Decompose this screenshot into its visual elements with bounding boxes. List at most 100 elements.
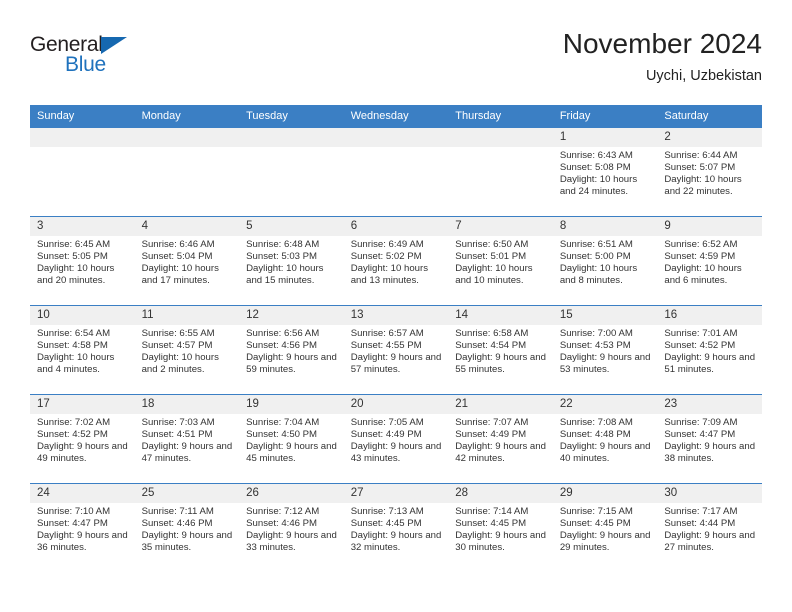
calendar-day-cell[interactable]: 2 Sunrise: 6:44 AM Sunset: 5:07 PM Daylight…: [657, 127, 762, 217]
day-details: Sunrise: 6:56 AM Sunset: 4:56 PM Daylight:…: [239, 325, 344, 376]
sunset-text: Sunset: 4:49 PM: [350, 429, 422, 441]
sunset-text: Sunset: 5:02 PM: [350, 251, 422, 263]
day-number: 16: [657, 306, 762, 325]
sunrise-text: Sunrise: 7:09 AM: [664, 417, 738, 428]
day-number: 20: [343, 395, 449, 414]
day-details: Sunrise: 7:11 AM Sunset: 4:46 PM Daylight:…: [135, 503, 240, 554]
day-details: Sunrise: 7:04 AM Sunset: 4:50 PM Daylight:…: [239, 414, 344, 465]
calendar-day-cell[interactable]: 9 Sunrise: 6:52 AM Sunset: 4:59 PM Daylight…: [657, 216, 762, 306]
calendar-cell-empty: [134, 127, 240, 217]
day-number: 3: [30, 217, 135, 236]
calendar-day-cell[interactable]: 4 Sunrise: 6:46 AM Sunset: 5:04 PM Daylight…: [134, 216, 240, 306]
weekday-header-saturday: Saturday: [657, 105, 762, 128]
calendar-day-cell[interactable]: 27 Sunrise: 7:13 AM Sunset: 4:45 PM Dayligh…: [343, 483, 449, 573]
calendar-day-cell[interactable]: 5 Sunrise: 6:48 AM Sunset: 5:03 PM Daylight…: [239, 216, 344, 306]
sunrise-text: Sunrise: 7:04 AM: [246, 417, 320, 428]
calendar-day-cell[interactable]: 25 Sunrise: 7:11 AM Sunset: 4:46 PM Dayligh…: [134, 483, 240, 573]
day-number: 27: [343, 484, 449, 503]
calendar-day-cell[interactable]: 26 Sunrise: 7:12 AM Sunset: 4:46 PM Dayligh…: [239, 483, 344, 573]
day-details: Sunrise: 6:43 AM Sunset: 5:08 PM Daylight:…: [553, 147, 658, 198]
daylight-text: Daylight: 10 hours and 13 minutes.: [350, 263, 429, 287]
calendar-day-cell[interactable]: 21 Sunrise: 7:07 AM Sunset: 4:49 PM Dayligh…: [448, 394, 553, 484]
day-number: 5: [239, 217, 344, 236]
calendar-day-cell[interactable]: 11 Sunrise: 6:55 AM Sunset: 4:57 PM Dayligh…: [134, 305, 240, 395]
sunrise-text: Sunrise: 6:44 AM: [664, 150, 738, 161]
daylight-text: Daylight: 10 hours and 17 minutes.: [141, 263, 219, 287]
calendar-day-cell[interactable]: 16 Sunrise: 7:01 AM Sunset: 4:52 PM Dayligh…: [657, 305, 762, 395]
day-details: Sunrise: 7:12 AM Sunset: 4:46 PM Daylight:…: [239, 503, 344, 554]
calendar-header-row: Sunday Monday Tuesday Wednesday Thursday Frid…: [30, 105, 762, 128]
daylight-text: Daylight: 10 hours and 4 minutes.: [37, 352, 115, 376]
brand-logo[interactable]: General Blue: [30, 28, 150, 76]
daylight-text: Daylight: 9 hours and 43 minutes.: [350, 441, 442, 465]
sunrise-text: Sunrise: 6:45 AM: [37, 239, 111, 250]
calendar-day-cell[interactable]: 7 Sunrise: 6:50 AM Sunset: 5:01 PM Daylight…: [448, 216, 553, 306]
calendar-cell-empty: [448, 127, 553, 217]
calendar-page: General Blue November 2024 Uychi, Uzbeki…: [0, 0, 792, 612]
calendar-day-cell[interactable]: 24 Sunrise: 7:10 AM Sunset: 4:47 PM Dayligh…: [30, 483, 135, 573]
day-number: 19: [239, 395, 344, 414]
calendar-day-cell[interactable]: 18 Sunrise: 7:03 AM Sunset: 4:51 PM Dayligh…: [134, 394, 240, 484]
calendar-day-cell[interactable]: 17 Sunrise: 7:02 AM Sunset: 4:52 PM Dayligh…: [30, 394, 135, 484]
daylight-text: Daylight: 9 hours and 57 minutes.: [350, 352, 442, 376]
triangle-icon: [101, 37, 127, 54]
daylight-text: Daylight: 10 hours and 2 minutes.: [141, 352, 219, 376]
calendar-day-cell[interactable]: 8 Sunrise: 6:51 AM Sunset: 5:00 PM Daylight…: [552, 216, 658, 306]
day-details: Sunrise: 7:07 AM Sunset: 4:49 PM Daylight:…: [448, 414, 553, 465]
sunset-text: Sunset: 4:59 PM: [664, 251, 736, 263]
calendar-day-cell[interactable]: 19 Sunrise: 7:04 AM Sunset: 4:50 PM Dayligh…: [239, 394, 344, 484]
day-number: 22: [552, 395, 658, 414]
daylight-text: Daylight: 9 hours and 27 minutes.: [664, 530, 756, 554]
day-details: Sunrise: 6:54 AM Sunset: 4:58 PM Daylight:…: [30, 325, 135, 376]
daylight-text: Daylight: 9 hours and 30 minutes.: [455, 530, 546, 554]
day-details: Sunrise: 6:51 AM Sunset: 5:00 PM Daylight:…: [553, 236, 658, 287]
daylight-text: Daylight: 10 hours and 20 minutes.: [37, 263, 115, 287]
sunrise-text: Sunrise: 7:12 AM: [246, 506, 320, 517]
day-number: 21: [448, 395, 553, 414]
sunrise-text: Sunrise: 6:50 AM: [455, 239, 529, 250]
calendar-day-cell[interactable]: 15 Sunrise: 7:00 AM Sunset: 4:53 PM Dayligh…: [552, 305, 658, 395]
day-details: Sunrise: 7:17 AM Sunset: 4:44 PM Daylight:…: [657, 503, 762, 554]
sunset-text: Sunset: 4:55 PM: [350, 340, 422, 352]
calendar-day-cell[interactable]: 6 Sunrise: 6:49 AM Sunset: 5:02 PM Daylight…: [343, 216, 449, 306]
day-number: 14: [448, 306, 553, 325]
calendar-week-row: 24 Sunrise: 7:10 AM Sunset: 4:47 PM Dayligh…: [30, 483, 762, 573]
title-block: November 2024 Uychi, Uzbekistan: [563, 28, 762, 87]
day-details: Sunrise: 7:10 AM Sunset: 4:47 PM Daylight:…: [30, 503, 135, 554]
day-number: [343, 128, 449, 147]
daylight-text: Daylight: 10 hours and 15 minutes.: [246, 263, 324, 287]
calendar-day-cell[interactable]: 30 Sunrise: 7:17 AM Sunset: 4:44 PM Dayligh…: [657, 483, 762, 573]
sunrise-text: Sunrise: 6:49 AM: [350, 239, 424, 250]
page-subtitle: Uychi, Uzbekistan: [645, 68, 762, 84]
calendar-day-cell[interactable]: 20 Sunrise: 7:05 AM Sunset: 4:49 PM Dayligh…: [343, 394, 449, 484]
calendar-day-cell[interactable]: 12 Sunrise: 6:56 AM Sunset: 4:56 PM Dayligh…: [239, 305, 344, 395]
calendar-day-cell[interactable]: 3 Sunrise: 6:45 AM Sunset: 5:05 PM Daylight…: [30, 216, 135, 306]
day-details: Sunrise: 6:50 AM Sunset: 5:01 PM Daylight:…: [448, 236, 553, 287]
sunrise-text: Sunrise: 7:03 AM: [141, 417, 215, 428]
calendar-day-cell[interactable]: 1 Sunrise: 6:43 AM Sunset: 5:08 PM Daylight…: [552, 127, 658, 217]
sunset-text: Sunset: 4:54 PM: [455, 340, 527, 352]
day-details: Sunrise: 7:01 AM Sunset: 4:52 PM Daylight:…: [657, 325, 762, 376]
day-number: 7: [448, 217, 553, 236]
brand-name-blue: Blue: [65, 53, 106, 76]
calendar-day-cell[interactable]: 29 Sunrise: 7:15 AM Sunset: 4:45 PM Dayligh…: [552, 483, 658, 573]
day-number: 10: [30, 306, 135, 325]
calendar-day-cell[interactable]: 28 Sunrise: 7:14 AM Sunset: 4:45 PM Dayligh…: [448, 483, 553, 573]
calendar-day-cell[interactable]: 23 Sunrise: 7:09 AM Sunset: 4:47 PM Dayligh…: [657, 394, 762, 484]
page-title: November 2024: [562, 28, 762, 59]
calendar-day-cell[interactable]: 13 Sunrise: 6:57 AM Sunset: 4:55 PM Dayligh…: [343, 305, 449, 395]
day-details: Sunrise: 7:13 AM Sunset: 4:45 PM Daylight:…: [344, 503, 449, 554]
day-details: Sunrise: 6:49 AM Sunset: 5:02 PM Daylight:…: [344, 236, 449, 287]
page-header: General Blue November 2024 Uychi, Uzbeki…: [30, 28, 762, 100]
sunrise-text: Sunrise: 7:00 AM: [559, 328, 633, 339]
calendar-day-cell[interactable]: 22 Sunrise: 7:08 AM Sunset: 4:48 PM Dayligh…: [552, 394, 658, 484]
daylight-text: Daylight: 10 hours and 24 minutes.: [559, 174, 638, 198]
sunrise-text: Sunrise: 6:46 AM: [141, 239, 215, 250]
calendar-day-cell[interactable]: 14 Sunrise: 6:58 AM Sunset: 4:54 PM Dayligh…: [448, 305, 553, 395]
calendar-day-cell[interactable]: 10 Sunrise: 6:54 AM Sunset: 4:58 PM Dayligh…: [30, 305, 135, 395]
day-number: [30, 128, 135, 147]
sunrise-text: Sunrise: 7:17 AM: [664, 506, 738, 517]
sunset-text: Sunset: 4:56 PM: [246, 340, 318, 352]
day-number: 12: [239, 306, 344, 325]
sunrise-text: Sunrise: 6:51 AM: [559, 239, 633, 250]
